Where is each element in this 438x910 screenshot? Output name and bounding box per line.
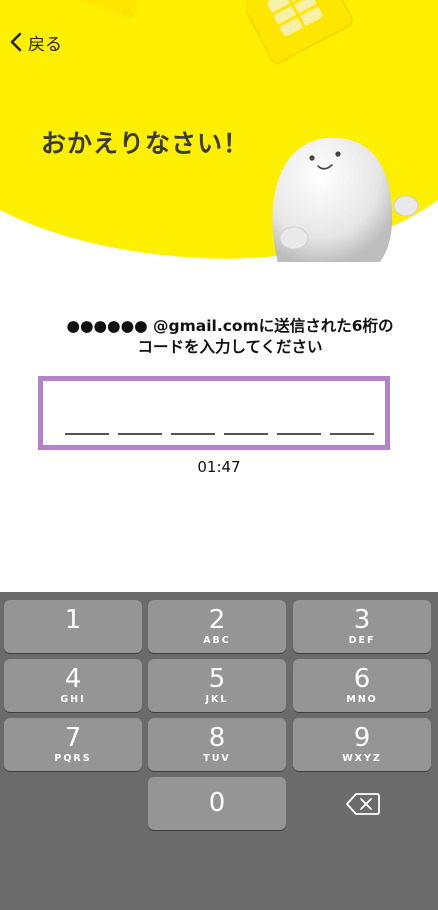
- key-6[interactable]: 6 MNO: [293, 659, 431, 712]
- countdown-timer: 01:47: [197, 458, 241, 476]
- code-digit-slot-6: [330, 433, 374, 435]
- key-4[interactable]: 4 GHI: [4, 659, 142, 712]
- card-corner-illustration: [78, 0, 140, 18]
- key-letters: DEF: [348, 635, 376, 646]
- code-digit-slot-1: [65, 433, 109, 435]
- key-1[interactable]: 1: [4, 600, 142, 653]
- key-digit: 0: [208, 788, 226, 818]
- code-digit-slot-4: [224, 433, 268, 435]
- back-button[interactable]: 戻る: [10, 28, 62, 56]
- sim-card-illustration: [246, 0, 354, 65]
- key-digit: 4: [64, 664, 82, 694]
- key-digit: 1: [64, 605, 82, 635]
- key-letters: TUV: [203, 753, 231, 764]
- key-digit: 8: [208, 723, 226, 753]
- key-digit: 5: [208, 664, 226, 694]
- hero-header: 戻る おかえりなさい！: [0, 0, 438, 262]
- key-digit: 2: [208, 605, 226, 635]
- key-0[interactable]: 0: [148, 777, 286, 830]
- key-digit: 6: [353, 664, 371, 694]
- key-5[interactable]: 5 JKL: [148, 659, 286, 712]
- key-9[interactable]: 9 WXYZ: [293, 718, 431, 771]
- key-8[interactable]: 8 TUV: [148, 718, 286, 771]
- instruction-line-2: コードを入力してください: [137, 338, 323, 356]
- code-digit-slot-3: [171, 433, 215, 435]
- key-letters: JKL: [205, 694, 229, 705]
- key-letters: WXYZ: [342, 753, 382, 764]
- key-digit: 9: [353, 723, 371, 753]
- key-digit: 7: [64, 723, 82, 753]
- back-label: 戻る: [28, 34, 62, 55]
- instruction-line-1: ●●●●●● @gmail.comに送信された6桁の: [66, 317, 394, 335]
- backspace-icon: [346, 793, 380, 815]
- key-2[interactable]: 2 ABC: [148, 600, 286, 653]
- verification-code-input[interactable]: [38, 376, 390, 450]
- key-digit: 3: [353, 605, 371, 635]
- key-3[interactable]: 3 DEF: [293, 600, 431, 653]
- key-letters: GHI: [60, 694, 86, 705]
- chevron-left-icon: [10, 32, 22, 52]
- code-digit-slot-5: [277, 433, 321, 435]
- key-letters: MNO: [346, 694, 378, 705]
- backspace-button[interactable]: [346, 792, 380, 816]
- key-letters: PQRS: [54, 753, 92, 764]
- key-letters: ABC: [203, 635, 231, 646]
- key-7[interactable]: 7 PQRS: [4, 718, 142, 771]
- instruction-text: ●●●●●● @gmail.comに送信された6桁の コードを入力してください: [40, 316, 420, 358]
- page-title: おかえりなさい！: [41, 129, 250, 158]
- code-digit-slot-2: [118, 433, 162, 435]
- mascot-illustration: [272, 137, 419, 262]
